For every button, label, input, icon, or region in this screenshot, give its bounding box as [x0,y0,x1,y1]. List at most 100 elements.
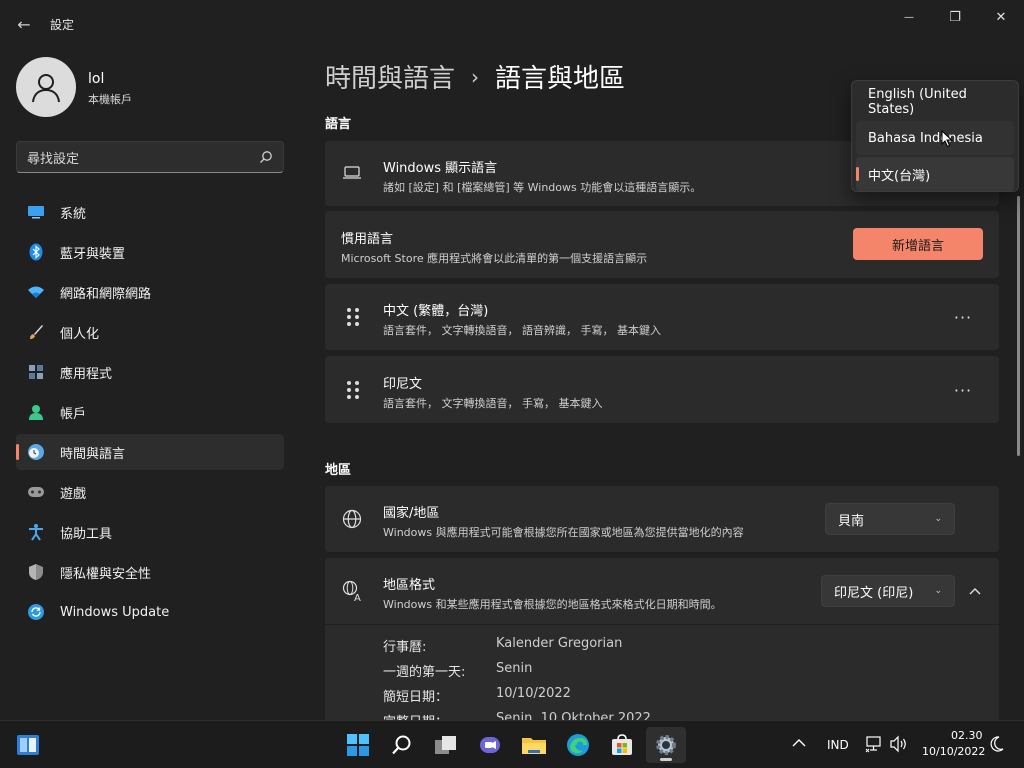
regional-format-select[interactable]: 印尼文 (印尼) ⌄ [821,575,955,607]
show-hidden-icons-button[interactable] [792,737,806,752]
drag-handle-icon[interactable] [347,381,361,399]
minimize-icon: — [904,11,914,23]
sidebar-item-bluetooth[interactable]: 藍牙與裝置 [16,234,284,270]
language-item-indonesian[interactable]: 印尼文 語言套件， 文字轉換語音， 手寫， 基本鍵入 ··· [325,356,999,423]
display-language-desc: 諸如 [設定] 和 [檔案總管] 等 Windows 功能會以這種語言顯示。 [383,181,702,194]
dropdown-option-selected[interactable]: 中文(台灣) [856,157,1014,191]
svg-text:A: A [354,593,361,602]
dropdown-option[interactable]: Bahasa Indonesia [856,121,1014,155]
sidebar-item-windows-update[interactable]: Windows Update [16,594,284,630]
sidebar-item-apps[interactable]: 應用程式 [16,354,284,390]
back-button[interactable]: ← [10,10,38,38]
language-item-chinese[interactable]: 中文 (繁體，台灣) 語言套件， 文字轉換語音， 語音辨識， 手寫， 基本鍵入 … [325,284,999,350]
laptop-icon [342,165,362,185]
sidebar-item-time-language[interactable]: 時間與語言 [16,434,284,470]
breadcrumb-separator-icon: › [471,64,480,89]
restore-icon: ❐ [949,9,961,25]
widgets-button[interactable] [8,727,48,763]
chevron-up-icon [969,588,981,595]
apps-icon [26,362,46,382]
page-title: 語言與地區 [495,64,626,94]
dropdown-option[interactable]: English (United States) [856,85,1014,119]
sidebar-item-accessibility[interactable]: 協助工具 [16,514,284,550]
divider [325,624,999,625]
detail-value: Senin [496,661,533,676]
clock-time[interactable]: 02.30 [951,729,983,742]
edge-button[interactable] [558,727,598,763]
windows-logo-icon [347,734,369,756]
clock-date[interactable]: 10/10/2022 [922,745,985,758]
search-input[interactable]: 尋找設定 [27,148,259,167]
minimize-button[interactable]: — [886,4,932,30]
taskbar: IND 02.30 10/10/2022 [0,720,1024,768]
scrollbar-thumb[interactable] [1017,196,1020,456]
avatar[interactable] [16,57,76,117]
detail-value: Kalender Gregorian [496,636,623,651]
start-button[interactable] [338,727,378,763]
sidebar-item-label: 遊戲 [60,486,87,502]
volume-icon[interactable] [889,735,909,757]
search-icon [259,150,273,164]
more-options-button[interactable]: ··· [948,375,978,405]
input-language-indicator[interactable]: IND [827,738,849,752]
sidebar-item-system[interactable]: 系統 [16,194,284,230]
sidebar-item-accounts[interactable]: 帳戶 [16,394,284,430]
detail-value: 10/10/2022 [496,686,571,701]
account-type: 本機帳戶 [88,93,132,106]
language-features: 語言套件， 文字轉換語音， 語音辨識， 手寫， 基本鍵入 [383,324,661,337]
add-language-button[interactable]: 新增語言 [853,228,983,260]
sidebar-item-label: 系統 [60,206,87,222]
search-taskbar-button[interactable] [382,727,422,763]
store-button[interactable] [602,727,642,763]
settings-taskbar-button[interactable] [646,727,686,763]
sidebar-item-network[interactable]: 網路和網際網路 [16,274,284,310]
close-button[interactable]: ✕ [978,4,1024,30]
sidebar-item-privacy[interactable]: 隱私權與安全性 [16,554,284,590]
collapse-button[interactable] [959,575,991,607]
chevron-down-icon: ⌄ [934,514,942,524]
gaming-icon [26,482,46,502]
sidebar-item-personalization[interactable]: 個人化 [16,314,284,350]
close-icon: ✕ [995,9,1007,25]
user-name: lol [88,71,105,87]
country-select[interactable]: 貝南 ⌄ [825,503,955,535]
sidebar-item-label: 協助工具 [60,526,113,542]
update-icon [26,602,46,622]
sidebar-item-gaming[interactable]: 遊戲 [16,474,284,510]
store-icon [612,734,632,755]
detail-row: 行事曆: Kalender Gregorian [383,636,651,661]
user-icon [32,74,60,103]
file-explorer-button[interactable] [514,727,554,763]
app-title: 設定 [50,18,75,32]
shield-icon [26,562,46,582]
preferred-languages-title: 慣用語言 [341,232,394,247]
country-region-card: 國家/地區 Windows 與應用程式可能會根據您所在國家或地區為您提供當地化的… [325,486,999,552]
edge-icon [567,734,589,756]
language-features: 語言套件， 文字轉換語音， 手寫， 基本鍵入 [383,397,603,410]
task-view-button[interactable] [426,727,466,763]
network-icon[interactable] [865,735,883,757]
breadcrumb: 時間與語言 › 語言與地區 [325,58,625,95]
search-box[interactable]: 尋找設定 [16,141,284,173]
more-options-button[interactable]: ··· [948,302,978,332]
wifi-icon [26,282,46,302]
teams-chat-button[interactable] [470,727,510,763]
detail-key: 一週的第一天: [383,665,466,680]
detail-row: 簡短日期： 10/10/2022 [383,686,651,711]
restore-button[interactable]: ❐ [932,4,978,30]
bluetooth-icon [26,242,46,262]
section-heading-language: 語言 [325,117,352,132]
preferred-languages-desc: Microsoft Store 應用程式將會以此清單的第一個支援語言顯示 [341,252,648,265]
country-value: 貝南 [838,513,865,529]
display-language-title: Windows 顯示語言 [383,161,498,176]
breadcrumb-parent[interactable]: 時間與語言 [325,58,455,95]
sidebar-item-label: Windows Update [60,604,170,620]
language-format-icon: A [342,580,364,606]
widgets-icon [17,735,39,755]
sidebar-nav: 系統 藍牙與裝置 網路和網際網路 個人化 應用程式 帳戶 時間與語言 遊戲 協助… [16,194,284,634]
drag-handle-icon[interactable] [347,308,361,326]
search-icon [392,735,411,755]
sidebar-item-label: 帳戶 [60,406,87,422]
system-icon [26,202,46,222]
focus-moon-icon[interactable] [989,735,1005,757]
